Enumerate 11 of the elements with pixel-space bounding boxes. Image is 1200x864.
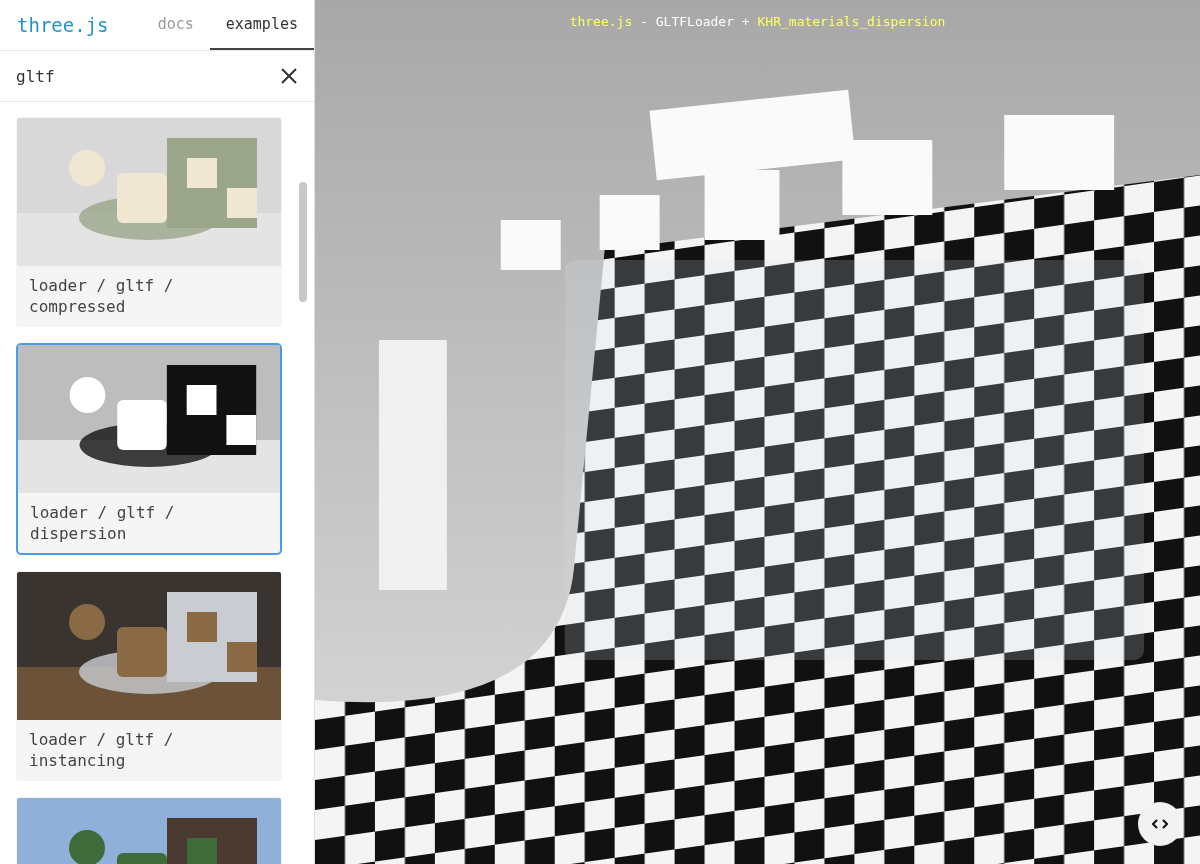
example-title: loader / gltf / dispersion — [29, 502, 176, 545]
example-card[interactable]: loader / gltf / dispersion — [16, 343, 282, 555]
search-field[interactable]: gltf — [16, 66, 280, 86]
example-title: loader / gltf / instancing — [28, 729, 175, 772]
code-icon — [1152, 818, 1168, 830]
example-card[interactable]: loader / gltf / compressed — [16, 117, 282, 327]
scrollbar-thumb[interactable] — [299, 182, 307, 302]
info-text: three.js - GLTFLoader + KHR_materials_dispersion — [568, 14, 947, 29]
example-card[interactable]: loader / gltf / instancing — [16, 571, 282, 781]
example-title: loader / gltf / compressed — [28, 275, 175, 318]
close-icon[interactable] — [280, 67, 298, 85]
